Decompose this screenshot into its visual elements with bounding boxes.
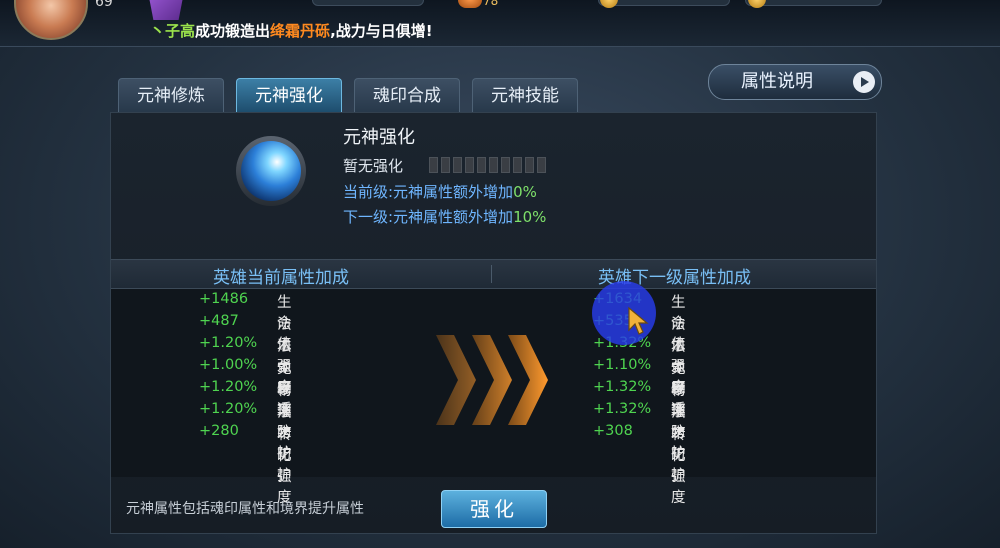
fire-currency-value: 78 (483, 0, 499, 8)
notice-suffix: ,战力与日俱增! (330, 22, 433, 40)
current-stat-label: 转化强度 (277, 427, 292, 506)
enhance-status: 暂无强化 (343, 157, 404, 175)
comet-skill-icon[interactable] (241, 141, 301, 201)
play-arrow-icon (853, 71, 875, 93)
next-stat-label: 转化强度 (671, 427, 686, 506)
tab-spirit-skills[interactable]: 元神技能 (472, 78, 578, 113)
current-level-text: 当前级:元神属性额外增加 (343, 183, 514, 201)
next-stat-value: +1.10% (593, 357, 652, 373)
current-stat-value: +487 (199, 313, 239, 329)
current-stat-value: +1486 (199, 291, 249, 307)
hero-avatar[interactable] (14, 0, 88, 40)
enhance-progress-bar (429, 157, 546, 173)
next-stat-value: +1.32% (593, 401, 652, 417)
current-stat-value: +1.20% (199, 379, 258, 395)
current-level-bonus: 当前级:元神属性额外增加0% (343, 181, 537, 202)
cursor-pointer-icon (628, 306, 649, 335)
tab-spirit-enhance[interactable]: 元神强化 (236, 78, 342, 113)
current-stat-value: +1.00% (199, 357, 258, 373)
upgrade-arrows-icon (436, 335, 548, 425)
notice-middle: 成功锻造出 (195, 22, 271, 40)
resource-bar-1 (312, 0, 424, 6)
footer-note: 元神属性包括魂印属性和境界提升属性 (126, 501, 364, 517)
tab-spirit-training[interactable]: 元神修炼 (118, 78, 224, 113)
notice-prefix: 丶子 (150, 22, 181, 40)
skill-title: 元神强化 (343, 127, 415, 148)
current-stat-value: +1.20% (199, 335, 258, 351)
current-level-pct: 0% (513, 183, 537, 201)
attribute-info-button[interactable]: 属性说明 (708, 64, 882, 100)
tab-seal-synthesis[interactable]: 魂印合成 (354, 78, 460, 113)
fire-currency-icon (458, 0, 482, 8)
current-stat-value: +1.20% (199, 401, 258, 417)
current-stats-header: 英雄当前属性加成 (213, 268, 349, 288)
next-stat-value: +1.32% (593, 379, 652, 395)
gem-currency-icon (748, 0, 766, 8)
enhance-panel: 元神强化 暂无强化 当前级:元神属性额外增加0% 下一级:元神属性额外增加10%… (110, 112, 877, 534)
broadcast-notice: 丶子高成功锻造出绛霜丹砾,战力与日俱增! (150, 20, 433, 41)
header-divider (491, 265, 492, 283)
player-level: 69 (95, 0, 113, 10)
next-stat-value: +308 (593, 423, 633, 439)
top-status-bar: 69 78 丶子高成功锻造出绛霜丹砾,战力与日俱增! (0, 0, 1000, 47)
next-level-text: 下一级:元神属性额外增加 (343, 208, 514, 226)
attribute-info-label: 属性说明 (741, 71, 813, 92)
next-level-bonus: 下一级:元神属性额外增加10% (343, 206, 546, 227)
current-stat-value: +280 (199, 423, 239, 439)
notice-item-name: 绛霜丹砾 (270, 22, 331, 40)
notice-player-name: 高 (180, 22, 196, 40)
next-level-pct: 10% (513, 208, 547, 226)
vip-badge-icon[interactable] (148, 0, 184, 20)
enhance-button[interactable]: 强化 (441, 490, 547, 528)
gold-coin-icon (600, 0, 618, 8)
